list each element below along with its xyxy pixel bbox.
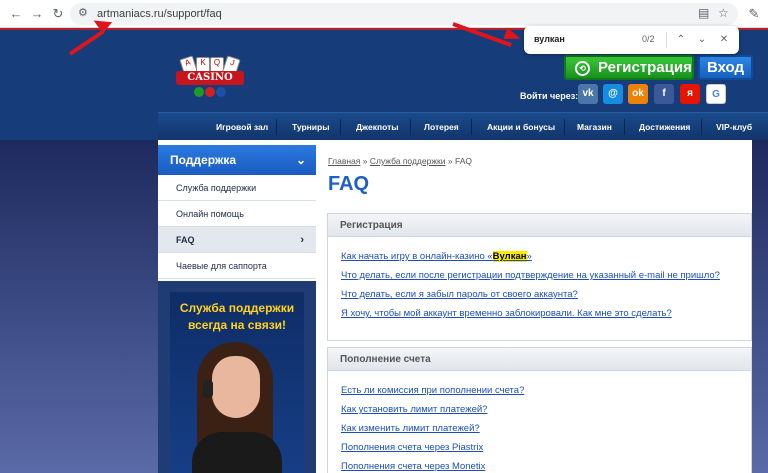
url-text[interactable]: artmaniacs.ru/support/faq [97, 8, 222, 20]
find-next-icon[interactable]: ⌄ [694, 32, 710, 48]
faq-question-link[interactable]: Что делать, если я забыл пароль от своег… [341, 289, 578, 300]
faq-question-link[interactable]: Пополнения счета через Piastrix [341, 442, 483, 453]
find-match-count: 0/2 [642, 34, 655, 44]
sidebar-menu: Служба поддержки Онлайн помощь FAQ › Чае… [158, 175, 316, 281]
bookmark-star-icon[interactable]: ☆ [718, 6, 729, 20]
browser-toolbar: ← → ↻ ⚙ artmaniacs.ru/support/faq ▤ ☆ ✎ [0, 0, 768, 28]
support-sidebar: Поддержка ⌄ Служба поддержки Онлайн помо… [158, 145, 316, 473]
nav-item-achievements[interactable]: Достижения [639, 122, 690, 132]
mail-icon[interactable]: @ [603, 84, 623, 104]
logo-ribbon: CASINO [176, 71, 244, 85]
sidebar-header[interactable]: Поддержка ⌄ [158, 145, 316, 175]
sidebar-item-faq[interactable]: FAQ › [158, 227, 316, 253]
breadcrumb-current: FAQ [455, 156, 473, 166]
find-previous-icon[interactable]: ⌃ [673, 32, 689, 48]
back-arrow-icon[interactable]: ← [8, 6, 24, 22]
sidebar-item-online-help[interactable]: Онлайн помощь [158, 201, 316, 227]
nav-item-promotions[interactable]: Акции и бонусы [487, 122, 555, 132]
address-bar[interactable]: ⚙ artmaniacs.ru/support/faq ▤ ☆ [70, 3, 738, 25]
register-icon: ⟲ [575, 61, 590, 76]
google-icon[interactable]: G [706, 84, 726, 104]
page-background-right [752, 140, 768, 473]
faq-section-registration: Регистрация Как начать игру в онлайн-каз… [327, 213, 752, 341]
nav-item-shop[interactable]: Магазин [577, 122, 612, 132]
sidebar-item-tips[interactable]: Чаевые для саппорта [158, 253, 316, 279]
login-button[interactable]: Вход [698, 55, 753, 80]
extension-icon[interactable]: ✎ [746, 6, 762, 22]
register-button[interactable]: ⟲ Регистрация [564, 55, 694, 80]
reload-icon[interactable]: ↻ [50, 6, 66, 22]
faq-question-link[interactable]: Пополнения счета через Monetix [341, 461, 485, 472]
section-title: Пополнение счета [328, 348, 751, 371]
nav-item-jackpots[interactable]: Джекпоты [356, 122, 399, 132]
close-icon[interactable]: ✕ [716, 32, 732, 48]
page-info-icon[interactable]: ▤ [698, 6, 709, 20]
find-input[interactable]: вулкан [534, 34, 565, 44]
section-title: Регистрация [328, 214, 751, 237]
casino-logo[interactable]: A K Q J CASINO [172, 55, 248, 101]
chevron-right-icon: › [300, 234, 304, 246]
login-via-label: Войти через: [520, 91, 579, 101]
sidebar-title: Поддержка [170, 153, 237, 167]
main-nav: Игровой зал Турниры Джекпоты Лотерея Акц… [158, 112, 768, 140]
breadcrumb-support[interactable]: Служба поддержки [370, 156, 446, 166]
faq-question-link[interactable]: Что делать, если после регистрации подтв… [341, 270, 720, 281]
nav-item-game-hall[interactable]: Игровой зал [216, 122, 268, 132]
banner-text: Служба поддержки всегда на связи! [179, 301, 295, 332]
ok-icon[interactable]: ok [628, 84, 648, 104]
register-label: Регистрация [598, 59, 692, 76]
page-title: FAQ [328, 173, 370, 195]
chips-icon [192, 87, 228, 97]
yandex-icon[interactable]: я [680, 84, 700, 104]
nav-item-lottery[interactable]: Лотерея [424, 122, 459, 132]
chevron-down-icon[interactable]: ⌄ [296, 145, 306, 175]
main-content: Главная » Служба поддержки » FAQ FAQ Рег… [316, 145, 752, 473]
sidebar-item-support-service[interactable]: Служба поддержки [158, 175, 316, 201]
support-banner[interactable]: Служба поддержки всегда на связи! [170, 292, 304, 473]
breadcrumb: Главная » Служба поддержки » FAQ [328, 156, 473, 166]
faq-question-link[interactable]: Я хочу, чтобы мой аккаунт временно забло… [341, 308, 672, 319]
faq-question-link[interactable]: Как начать игру в онлайн-казино «Вулкан» [341, 251, 532, 262]
faq-question-link[interactable]: Как изменить лимит платежей? [341, 423, 480, 434]
breadcrumb-home[interactable]: Главная [328, 156, 360, 166]
nav-item-tournaments[interactable]: Турниры [292, 122, 330, 132]
faq-question-link[interactable]: Есть ли комиссия при пополнении счета? [341, 385, 524, 396]
vk-icon[interactable]: vk [578, 84, 598, 104]
faq-question-link[interactable]: Как установить лимит платежей? [341, 404, 487, 415]
facebook-icon[interactable]: f [654, 84, 674, 104]
site-settings-icon[interactable]: ⚙ [78, 6, 88, 19]
search-highlight: Вулкан [492, 251, 527, 262]
page-background [0, 140, 158, 473]
faq-section-deposit: Пополнение счета Есть ли комиссия при по… [327, 347, 752, 473]
forward-arrow-icon[interactable]: → [29, 6, 45, 22]
nav-item-vip-club[interactable]: VIP-клуб [716, 122, 752, 132]
headset-icon [203, 380, 213, 398]
find-in-page-bar: вулкан 0/2 ⌃ ⌄ ✕ [524, 26, 739, 54]
